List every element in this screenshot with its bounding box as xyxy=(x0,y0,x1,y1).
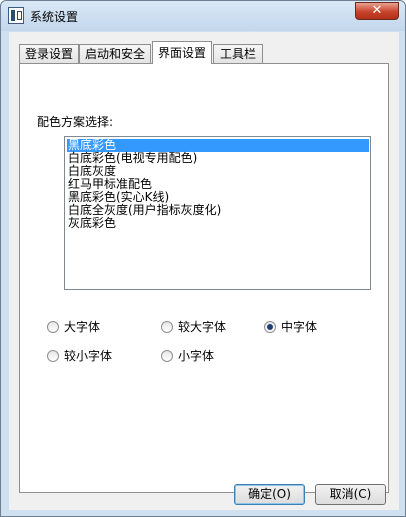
tab-toolbar[interactable]: 工具栏 xyxy=(213,44,263,63)
radio-button-icon xyxy=(161,321,173,333)
ok-button[interactable]: 确定(O) xyxy=(234,484,305,505)
title-bar[interactable]: 系统设置 ✕ xyxy=(1,1,405,31)
close-icon: ✕ xyxy=(371,3,383,18)
cancel-button[interactable]: 取消(C) xyxy=(315,484,386,505)
tab-interface-settings[interactable]: 界面设置 xyxy=(152,41,212,64)
tab-login-settings[interactable]: 登录设置 xyxy=(19,44,79,63)
radio-button-checked-icon xyxy=(264,321,276,333)
radio-label: 中字体 xyxy=(281,320,318,334)
radio-label: 较小字体 xyxy=(64,349,113,363)
radio-label: 较大字体 xyxy=(178,320,227,334)
list-item[interactable]: 灰底彩色 xyxy=(67,217,369,230)
close-button[interactable]: ✕ xyxy=(355,2,399,20)
radio-label: 小字体 xyxy=(178,349,215,363)
interface-settings-panel: 配色方案选择: 黑底彩色 白底彩色(电视专用配色) 白底灰度 红马甲标准配色 黑… xyxy=(19,63,389,493)
color-scheme-label: 配色方案选择: xyxy=(37,115,114,129)
app-icon xyxy=(8,7,24,24)
radio-label: 大字体 xyxy=(64,320,101,334)
window-title: 系统设置 xyxy=(30,10,79,24)
dialog-body: 登录设置 启动和安全 界面设置 工具栏 配色方案选择: 黑底彩色 白底彩色(电视… xyxy=(9,32,399,510)
radio-button-icon xyxy=(47,321,59,333)
tab-startup-security[interactable]: 启动和安全 xyxy=(79,44,151,63)
radio-button-icon xyxy=(47,350,59,362)
radio-button-icon xyxy=(161,350,173,362)
settings-window: 系统设置 ✕ 登录设置 启动和安全 界面设置 工具栏 配色方案选择: 黑底彩色 … xyxy=(0,0,406,517)
color-scheme-list[interactable]: 黑底彩色 白底彩色(电视专用配色) 白底灰度 红马甲标准配色 黑底彩色(实心K线… xyxy=(64,136,371,290)
